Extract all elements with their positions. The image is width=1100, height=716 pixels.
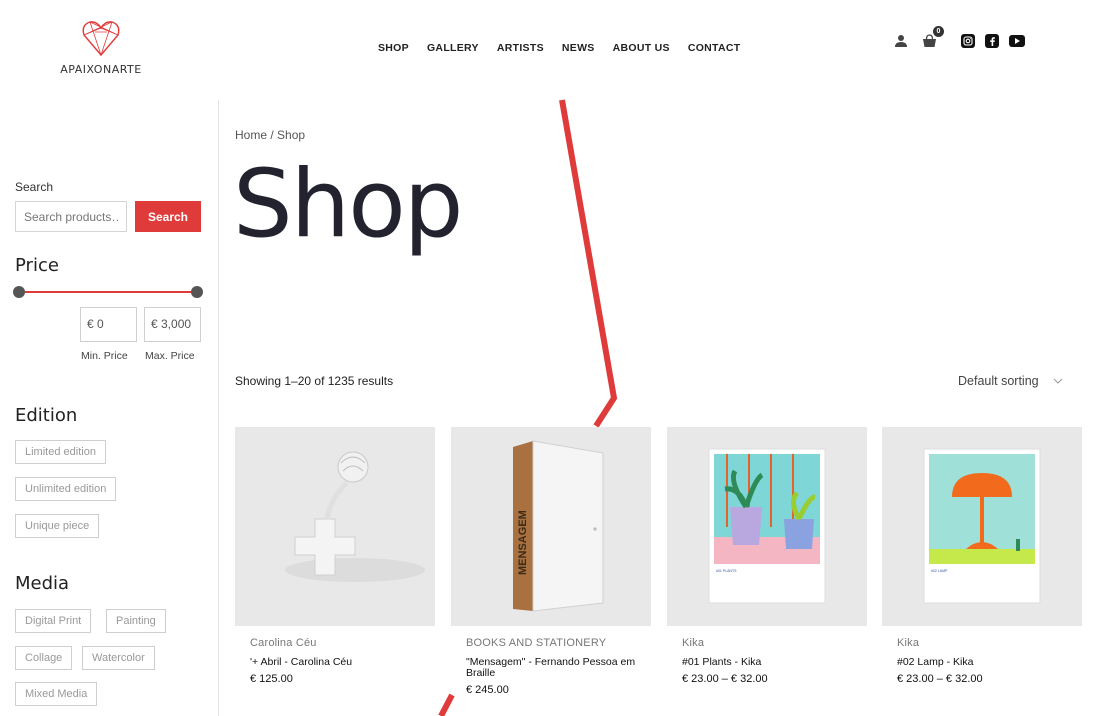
product-price: € 23.00 – € 32.00 [682, 673, 768, 686]
nav-item-news[interactable]: NEWS [562, 42, 595, 54]
product-category[interactable]: Carolina Céu [250, 637, 435, 649]
media-heading: Media [15, 573, 70, 594]
product-card[interactable]: #02 LAMP Kika #02 Lamp - Kika € 23.00 – … [882, 427, 1082, 685]
price-slider-track[interactable] [19, 291, 197, 293]
lamp-print-image: #02 LAMP [923, 448, 1041, 604]
filter-chip-mixed-media[interactable]: Mixed Media [15, 682, 98, 706]
filter-chip-unlimited-edition[interactable]: Unlimited edition [15, 477, 117, 501]
results-count: Showing 1–20 of 1235 results [235, 374, 394, 388]
sort-dropdown[interactable]: Default sorting [958, 374, 1063, 388]
nav-item-artists[interactable]: ARTISTS [497, 42, 544, 54]
nav-item-contact[interactable]: CONTACT [688, 42, 741, 54]
cart-icon[interactable]: 0 [921, 26, 944, 49]
brand-logo[interactable]: APAIXONARTE [58, 16, 144, 80]
print-caption: #02 LAMP [931, 569, 948, 573]
product-image[interactable]: MENSAGEM [451, 427, 651, 626]
product-image[interactable]: #02 LAMP [882, 427, 1082, 626]
cart-count-badge: 0 [933, 26, 944, 37]
price-heading: Price [15, 255, 59, 276]
search-button[interactable]: Search [135, 201, 201, 232]
product-price: € 245.00 [466, 684, 509, 697]
product-image[interactable] [235, 427, 435, 626]
product-price: € 125.00 [250, 673, 293, 686]
product-card[interactable]: MENSAGEM BOOKS AND STATIONERY "Mensagem"… [451, 427, 651, 696]
header-actions: 0 [893, 26, 1025, 49]
product-category[interactable]: Kika [682, 637, 867, 649]
filter-chip-painting[interactable]: Painting [106, 609, 166, 633]
print-caption: #01 PLANTS [716, 569, 737, 573]
min-price-caption: Min. Price [81, 350, 128, 362]
user-icon[interactable] [893, 33, 909, 49]
youtube-icon[interactable] [1009, 35, 1025, 47]
filter-chip-digital-print[interactable]: Digital Print [15, 609, 92, 633]
sculpture-flower-cross-image [285, 451, 425, 582]
product-title[interactable]: #01 Plants - Kika [682, 656, 852, 668]
product-category[interactable]: BOOKS AND STATIONERY [466, 637, 651, 649]
sort-selected-value: Default sorting [958, 374, 1039, 388]
product-card[interactable]: #01 PLANTS Kika #01 Plants - Kika € 23.0… [667, 427, 867, 685]
search-input[interactable] [15, 201, 127, 232]
product-price: € 23.00 – € 32.00 [897, 673, 983, 686]
filter-chip-collage[interactable]: Collage [15, 646, 73, 670]
product-title[interactable]: "Mensagem" - Fernando Pessoa em Braille [466, 656, 636, 679]
product-image[interactable]: #01 PLANTS [667, 427, 867, 626]
filter-chip-watercolor[interactable]: Watercolor [82, 646, 155, 670]
page-title: Shop [233, 150, 463, 259]
product-category[interactable]: Kika [897, 637, 1082, 649]
edition-heading: Edition [15, 405, 78, 426]
social-links [961, 34, 1025, 48]
main-nav: SHOP GALLERY ARTISTS NEWS ABOUT US CONTA… [378, 42, 758, 54]
chevron-down-icon [1053, 378, 1062, 384]
instagram-icon[interactable] [961, 34, 975, 48]
filter-chip-unique-piece[interactable]: Unique piece [15, 514, 100, 538]
min-price-field[interactable]: € 0 [80, 307, 137, 342]
price-slider-max-handle[interactable] [191, 286, 203, 298]
max-price-caption: Max. Price [145, 350, 195, 362]
heart-logo-icon [82, 21, 120, 57]
shop-sidebar: Search Search Price € 0 € 3,000 Min. Pri… [0, 100, 219, 716]
book-spine-text: MENSAGEM [517, 510, 529, 575]
plants-print-image: #01 PLANTS [708, 448, 826, 604]
braille-book-image: MENSAGEM [513, 440, 604, 612]
breadcrumb[interactable]: Home / Shop [235, 128, 305, 142]
product-title[interactable]: #02 Lamp - Kika [897, 656, 1067, 668]
nav-item-shop[interactable]: SHOP [378, 42, 409, 54]
nav-item-gallery[interactable]: GALLERY [427, 42, 479, 54]
nav-item-about-us[interactable]: ABOUT US [613, 42, 670, 54]
max-price-field[interactable]: € 3,000 [144, 307, 201, 342]
price-slider-min-handle[interactable] [13, 286, 25, 298]
search-label: Search [15, 180, 54, 194]
filter-chip-limited-edition[interactable]: Limited edition [15, 440, 106, 464]
site-header: APAIXONARTE SHOP GALLERY ARTISTS NEWS AB… [0, 0, 1100, 100]
product-card[interactable]: Carolina Céu '+ Abril - Carolina Céu € 1… [235, 427, 435, 685]
product-title[interactable]: '+ Abril - Carolina Céu [250, 656, 420, 668]
facebook-icon[interactable] [985, 34, 999, 48]
brand-name: APAIXONARTE [60, 63, 142, 76]
